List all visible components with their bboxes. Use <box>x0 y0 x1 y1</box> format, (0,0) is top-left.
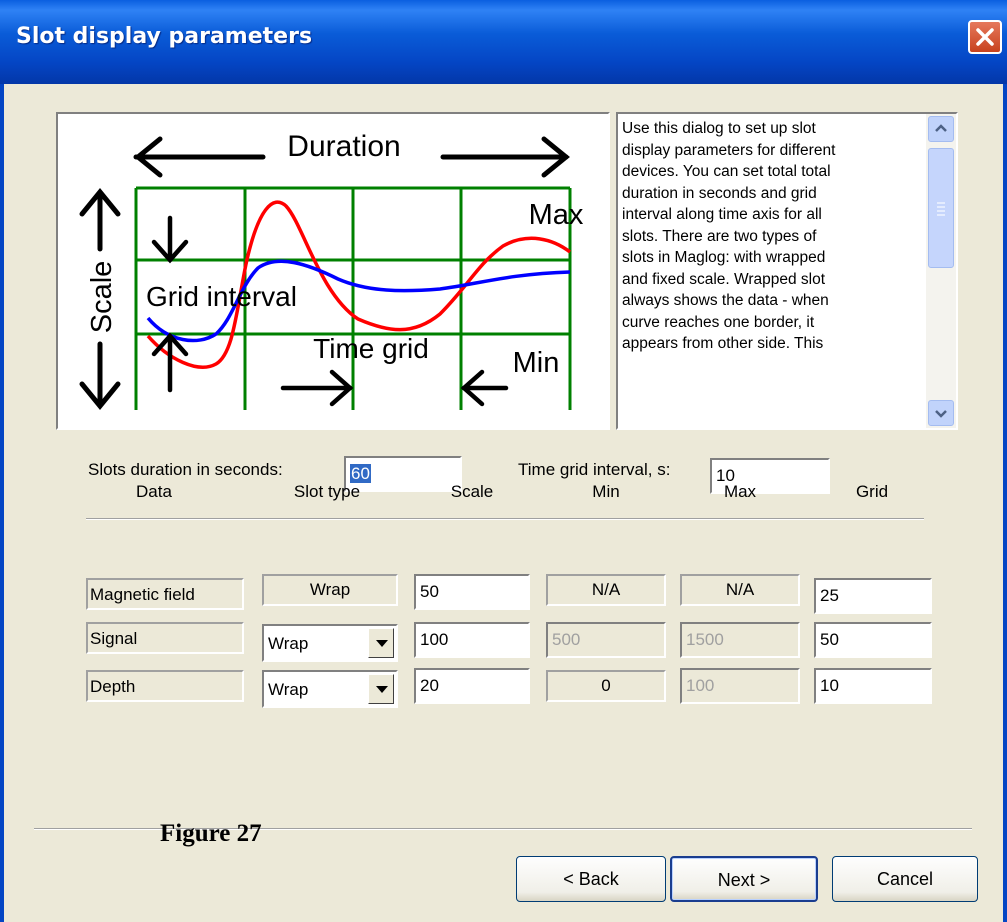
chevron-down-icon <box>935 410 947 418</box>
header-grid: Grid <box>855 482 889 501</box>
header-slot-type: Slot type <box>293 482 361 501</box>
close-icon <box>976 28 994 46</box>
window-frame-right <box>1003 84 1007 922</box>
cancel-button[interactable]: Cancel <box>832 856 978 902</box>
slot-diagram-graphic: Duration Scale Grid interval Max Time gr… <box>79 130 584 410</box>
window-frame-left <box>0 84 4 922</box>
help-text: Use this dialog to set up slot display p… <box>622 120 836 352</box>
magnetic-field-max: N/A <box>680 574 800 606</box>
title-bar: Slot display parameters <box>0 0 1007 84</box>
depth-scale-input[interactable]: 20 <box>414 668 530 704</box>
close-button[interactable] <box>968 20 1002 54</box>
scale-text: Scale <box>86 261 118 334</box>
min-text: Min <box>513 347 560 379</box>
signal-slot-type-select[interactable]: Wrap <box>262 624 398 662</box>
depth-min: 0 <box>546 670 666 702</box>
signal-max-input: 1500 <box>680 622 800 658</box>
header-min: Min <box>592 482 620 501</box>
dropdown-arrow-icon[interactable] <box>368 628 394 658</box>
grip-icon <box>937 202 945 216</box>
scroll-down-button[interactable] <box>928 400 954 426</box>
scroll-up-button[interactable] <box>928 116 954 142</box>
header-data: Data <box>136 482 172 501</box>
header-divider <box>86 518 924 520</box>
duration-label: Slots duration in seconds: <box>88 460 283 479</box>
magnetic-field-min: N/A <box>546 574 666 606</box>
time-grid-arrows <box>280 369 509 407</box>
depth-max-input: 100 <box>680 668 800 704</box>
time-grid-interval-label: Time grid interval, s: <box>518 460 671 479</box>
help-text-box[interactable]: Use this dialog to set up slot display p… <box>616 112 958 430</box>
back-button[interactable]: < Back <box>516 856 666 902</box>
magnetic-field-grid-input[interactable]: 25 <box>814 578 932 614</box>
scroll-thumb[interactable] <box>928 148 954 268</box>
row-label-magnetic-field: Magnetic field <box>86 578 244 610</box>
grid-interval-text: Grid interval <box>146 281 297 312</box>
depth-slot-type-select[interactable]: Wrap <box>262 670 398 708</box>
chevron-up-icon <box>935 124 947 132</box>
dropdown-arrow-icon[interactable] <box>368 674 394 704</box>
depth-grid-input[interactable]: 10 <box>814 668 932 704</box>
signal-scale-input[interactable]: 100 <box>414 622 530 658</box>
figure-caption: Figure 27 <box>160 820 262 847</box>
row-label-depth: Depth <box>86 670 244 702</box>
header-max: Max <box>723 482 757 501</box>
slot-diagram: Duration Scale Grid interval Max Time gr… <box>56 112 610 430</box>
header-scale: Scale <box>450 482 494 501</box>
magnetic-field-slot-type: Wrap <box>262 574 398 606</box>
time-grid-text: Time grid <box>313 333 429 364</box>
duration-text: Duration <box>287 130 400 163</box>
signal-grid-input[interactable]: 50 <box>814 622 932 658</box>
next-button[interactable]: Next > <box>670 856 818 902</box>
help-scrollbar[interactable] <box>926 114 956 428</box>
max-text: Max <box>529 199 584 231</box>
magnetic-field-scale-input[interactable]: 50 <box>414 574 530 610</box>
dialog-title: Slot display parameters <box>16 24 313 49</box>
signal-min-input: 500 <box>546 622 666 658</box>
row-label-signal: Signal <box>86 622 244 654</box>
